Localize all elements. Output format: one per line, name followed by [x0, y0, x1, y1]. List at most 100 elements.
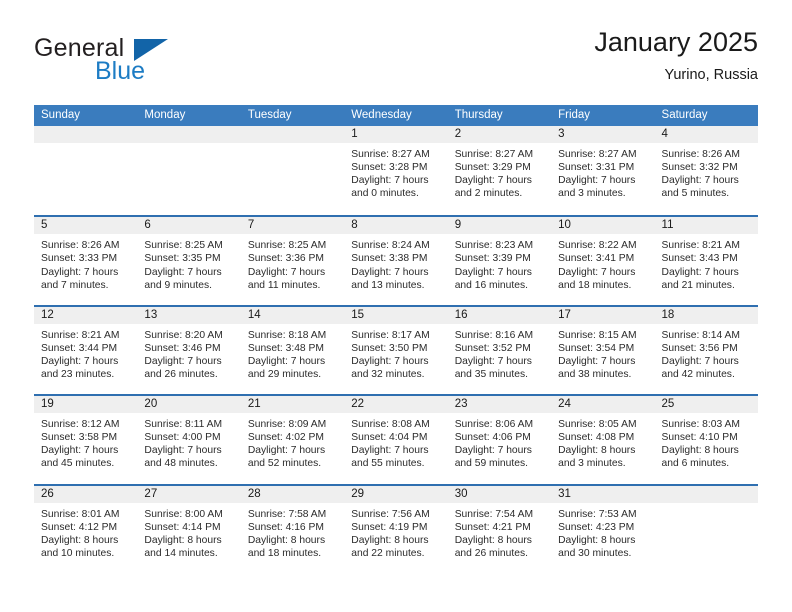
- day-cell[interactable]: 3 Sunrise: 8:27 AM Sunset: 3:31 PM Daylight…: [551, 126, 655, 216]
- day-number: 12: [41, 308, 54, 321]
- day-detail-line: Sunset: 4:06 PM: [454, 432, 531, 444]
- day-detail-line: Daylight: 8 hours: [351, 534, 429, 546]
- day-cell[interactable]: 7 Sunrise: 8:25 AM Sunset: 3:36 PM Daylight…: [240, 217, 345, 305]
- day-details: Sunrise: 8:21 AM Sunset: 3:43 PM Daylight:…: [655, 234, 758, 291]
- day-detail-line: Sunrise: 8:09 AM: [247, 419, 327, 431]
- day-detail-line: and 21 minutes.: [661, 279, 735, 291]
- day-number-band: 11: [654, 217, 758, 235]
- day-detail-line: Sunset: 3:48 PM: [247, 342, 324, 354]
- day-cell[interactable]: 2 Sunrise: 8:27 AM Sunset: 3:29 PM Daylight…: [447, 126, 552, 216]
- day-number-band: 20: [137, 396, 241, 414]
- day-number-band: 15: [344, 306, 448, 324]
- day-details: Sunrise: 8:12 AM Sunset: 3:58 PM Daylight:…: [34, 413, 137, 470]
- day-detail-line: Daylight: 7 hours: [247, 266, 326, 278]
- day-details: Sunrise: 8:20 AM Sunset: 3:46 PM Daylight:…: [137, 324, 240, 381]
- day-details: Sunrise: 8:24 AM Sunset: 3:38 PM Daylight:…: [344, 234, 447, 291]
- day-number-band: 12: [34, 306, 138, 324]
- day-detail-line: Sunset: 3:31 PM: [558, 162, 635, 174]
- day-detail-line: and 5 minutes.: [661, 188, 730, 200]
- calendar-weeks: 1 Sunrise: 8:27 AM Sunset: 3:28 PM Daylight…: [34, 126, 758, 573]
- day-number: 1: [351, 128, 358, 140]
- day-detail-line: Daylight: 7 hours: [558, 175, 636, 187]
- day-number-band: 8: [344, 217, 448, 235]
- day-detail-line: Daylight: 7 hours: [558, 355, 636, 367]
- day-number: 5: [41, 219, 48, 232]
- day-detail-line: Daylight: 8 hours: [41, 534, 119, 546]
- day-detail-line: Sunrise: 8:08 AM: [351, 419, 430, 431]
- page-title: January 2025: [594, 27, 758, 57]
- day-cell[interactable]: 15 Sunrise: 8:17 AM Sunset: 3:50 PM Dayligh…: [344, 306, 448, 395]
- day-number: 15: [351, 308, 365, 321]
- day-detail-line: and 29 minutes.: [247, 369, 322, 381]
- day-detail-line: and 45 minutes.: [41, 458, 115, 470]
- day-detail-line: Sunset: 3:44 PM: [41, 342, 118, 354]
- day-detail-line: Sunset: 3:36 PM: [247, 253, 324, 265]
- day-cell[interactable]: 21 Sunrise: 8:09 AM Sunset: 4:02 PM Dayligh…: [240, 396, 345, 484]
- day-cell[interactable]: 11 Sunrise: 8:21 AM Sunset: 3:43 PM Dayligh…: [654, 217, 758, 305]
- general-blue-logo[interactable]: General Blue: [34, 26, 264, 92]
- day-number-band: 9: [447, 217, 552, 235]
- day-detail-line: Daylight: 7 hours: [144, 445, 222, 457]
- day-details: Sunrise: 8:17 AM Sunset: 3:50 PM Daylight:…: [344, 324, 447, 381]
- day-cell[interactable]: 31 Sunrise: 7:53 AM Sunset: 4:23 PM Dayligh…: [551, 485, 655, 573]
- day-cell[interactable]: 30 Sunrise: 7:54 AM Sunset: 4:21 PM Dayligh…: [447, 485, 552, 573]
- day-details: Sunrise: 7:56 AM Sunset: 4:19 PM Daylight:…: [344, 503, 447, 560]
- day-cell[interactable]: 20 Sunrise: 8:11 AM Sunset: 4:00 PM Dayligh…: [137, 396, 241, 484]
- day-detail-line: Daylight: 8 hours: [558, 534, 636, 546]
- day-cell[interactable]: 28 Sunrise: 7:58 AM Sunset: 4:16 PM Dayligh…: [240, 485, 345, 573]
- day-cell[interactable]: 9 Sunrise: 8:23 AM Sunset: 3:39 PM Daylight…: [447, 217, 552, 305]
- day-cell[interactable]: 26 Sunrise: 8:01 AM Sunset: 4:12 PM Dayligh…: [34, 485, 138, 573]
- day-detail-line: Sunrise: 7:58 AM: [247, 508, 327, 520]
- day-detail-line: Sunset: 4:19 PM: [351, 521, 428, 533]
- day-cell[interactable]: 23 Sunrise: 8:06 AM Sunset: 4:06 PM Dayligh…: [447, 396, 552, 484]
- day-cell[interactable]: 14 Sunrise: 8:18 AM Sunset: 3:48 PM Dayligh…: [240, 306, 345, 395]
- day-cell[interactable]: 13 Sunrise: 8:20 AM Sunset: 3:46 PM Dayligh…: [137, 306, 241, 395]
- day-cell[interactable]: 22 Sunrise: 8:08 AM Sunset: 4:04 PM Dayligh…: [344, 396, 448, 484]
- weekday-header-sunday: Sunday: [41, 109, 81, 121]
- day-number-band: 1: [344, 126, 448, 143]
- day-cell[interactable]: 27 Sunrise: 8:00 AM Sunset: 4:14 PM Dayligh…: [137, 485, 241, 573]
- day-cell[interactable]: 19 Sunrise: 8:12 AM Sunset: 3:58 PM Dayligh…: [34, 396, 138, 484]
- day-cell[interactable]: 4 Sunrise: 8:26 AM Sunset: 3:32 PM Daylight…: [654, 126, 758, 216]
- logo-text-blue: Blue: [95, 57, 146, 85]
- day-number-band: 16: [447, 306, 552, 324]
- day-detail-line: and 26 minutes.: [144, 369, 218, 381]
- day-details: Sunrise: 8:27 AM Sunset: 3:29 PM Daylight:…: [448, 143, 551, 200]
- day-cell[interactable]: 25 Sunrise: 8:03 AM Sunset: 4:10 PM Dayligh…: [654, 396, 758, 484]
- day-cell[interactable]: 29 Sunrise: 7:56 AM Sunset: 4:19 PM Dayligh…: [344, 485, 448, 573]
- day-detail-line: and 42 minutes.: [661, 369, 735, 381]
- day-detail-line: Sunrise: 8:27 AM: [454, 149, 534, 160]
- day-cell[interactable]: 17 Sunrise: 8:15 AM Sunset: 3:54 PM Dayligh…: [551, 306, 655, 395]
- day-number: 4: [661, 128, 668, 140]
- day-number-band: 2: [447, 126, 552, 143]
- day-detail-line: Sunset: 3:58 PM: [41, 432, 118, 444]
- day-detail-line: Sunrise: 8:11 AM: [144, 419, 223, 431]
- day-cell[interactable]: 1 Sunrise: 8:27 AM Sunset: 3:28 PM Daylight…: [344, 126, 448, 216]
- day-detail-line: Sunset: 4:10 PM: [661, 432, 738, 444]
- day-number: 9: [454, 219, 462, 232]
- day-cell[interactable]: 10 Sunrise: 8:22 AM Sunset: 3:41 PM Dayligh…: [551, 217, 655, 305]
- day-details: Sunrise: 8:25 AM Sunset: 3:35 PM Daylight:…: [137, 234, 240, 291]
- day-detail-line: Daylight: 7 hours: [454, 355, 532, 367]
- day-detail-line: Daylight: 7 hours: [247, 355, 326, 367]
- day-number-band: 21: [240, 396, 345, 414]
- day-detail-line: Sunrise: 8:27 AM: [351, 149, 430, 160]
- day-cell[interactable]: 18 Sunrise: 8:14 AM Sunset: 3:56 PM Dayligh…: [654, 306, 758, 395]
- day-number-band: 7: [240, 217, 345, 235]
- day-cell[interactable]: 12 Sunrise: 8:21 AM Sunset: 3:44 PM Dayligh…: [34, 306, 138, 395]
- day-cell[interactable]: 24 Sunrise: 8:05 AM Sunset: 4:08 PM Dayligh…: [551, 396, 655, 484]
- day-detail-line: and 48 minutes.: [144, 458, 218, 470]
- day-detail-line: Sunset: 4:14 PM: [144, 521, 221, 533]
- day-details: Sunrise: 8:16 AM Sunset: 3:52 PM Daylight:…: [448, 324, 551, 381]
- day-cell[interactable]: 5 Sunrise: 8:26 AM Sunset: 3:33 PM Daylight…: [34, 217, 138, 305]
- day-number: 23: [454, 398, 468, 411]
- day-cell[interactable]: 6 Sunrise: 8:25 AM Sunset: 3:35 PM Daylight…: [137, 217, 241, 305]
- day-details: Sunrise: 8:26 AM Sunset: 3:33 PM Daylight:…: [34, 234, 137, 291]
- day-details: Sunrise: 7:53 AM Sunset: 4:23 PM Daylight:…: [551, 503, 654, 560]
- day-detail-line: Daylight: 7 hours: [661, 355, 739, 367]
- day-number-band: [137, 126, 241, 143]
- day-cell[interactable]: 16 Sunrise: 8:16 AM Sunset: 3:52 PM Dayligh…: [447, 306, 552, 395]
- day-detail-line: Daylight: 7 hours: [144, 266, 222, 278]
- day-detail-line: Daylight: 7 hours: [661, 175, 739, 187]
- day-cell[interactable]: 8 Sunrise: 8:24 AM Sunset: 3:38 PM Daylight…: [344, 217, 448, 305]
